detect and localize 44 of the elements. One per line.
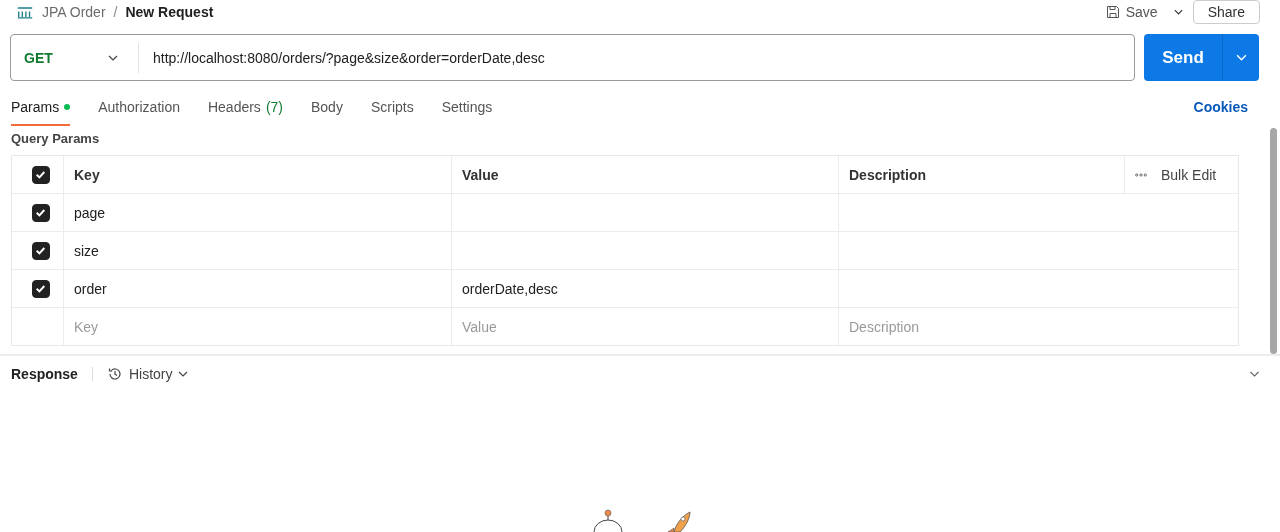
breadcrumb-separator: /	[113, 4, 118, 20]
collection-icon	[16, 5, 34, 19]
checkbox[interactable]	[31, 279, 50, 298]
request-name: New Request	[125, 4, 214, 20]
history-button[interactable]: History	[106, 366, 189, 382]
chevron-down-icon	[108, 54, 118, 61]
request-tab[interactable]: Body	[311, 90, 343, 126]
caret-icon[interactable]	[1173, 9, 1183, 15]
history-icon	[106, 366, 123, 382]
scrollbar-thumb[interactable]	[1270, 128, 1277, 354]
checkbox[interactable]	[31, 203, 50, 222]
more-icon	[1135, 172, 1147, 177]
response-label: Response	[11, 366, 78, 382]
check-icon	[34, 282, 47, 295]
send-button[interactable]: Send	[1144, 34, 1222, 81]
collapse-icon[interactable]	[1249, 371, 1260, 377]
request-tab[interactable]: Settings	[441, 90, 493, 126]
cookies-link[interactable]: Cookies	[1193, 90, 1248, 115]
chevron-down-icon	[178, 371, 189, 377]
share-button[interactable]: Share	[1192, 0, 1260, 24]
param-key[interactable]: order	[74, 280, 107, 297]
param-value[interactable]: orderDate,desc	[462, 280, 558, 297]
request-tab[interactable]: Params	[11, 90, 71, 126]
request-tab[interactable]: Scripts	[370, 90, 414, 126]
check-icon	[34, 244, 47, 257]
save-icon	[1105, 5, 1120, 19]
request-tab[interactable]: Authorization	[98, 90, 180, 126]
param-key[interactable]: size	[74, 242, 99, 259]
checkbox[interactable]	[31, 165, 50, 184]
request-tab[interactable]: Headers (7)	[207, 90, 283, 126]
check-icon	[34, 206, 47, 219]
param-key[interactable]: page	[74, 204, 106, 221]
column-header: Description	[849, 166, 926, 183]
check-icon	[34, 168, 47, 181]
column-header: Key	[74, 166, 100, 183]
url-field[interactable]: http://localhost:8080/orders/?page&size&order=orderDate,desc	[139, 49, 545, 66]
checkbox[interactable]	[31, 241, 50, 260]
bulk-edit-button[interactable]: Bulk Edit	[1161, 166, 1217, 183]
save-button[interactable]: Save	[1099, 2, 1164, 22]
section-title: Query Params	[11, 130, 101, 148]
chevron-down-icon	[1235, 54, 1247, 61]
method-dropdown[interactable]: GET	[11, 42, 139, 73]
collection-name[interactable]: JPA Order	[42, 4, 106, 20]
column-header: Value	[462, 166, 499, 183]
